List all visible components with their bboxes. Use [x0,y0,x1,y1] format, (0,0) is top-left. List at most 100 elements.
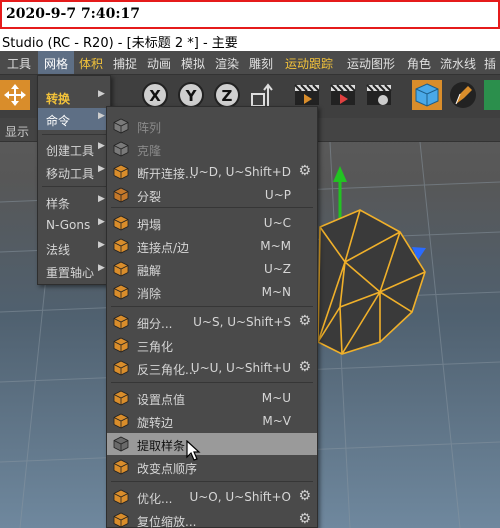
command-item-label: 改变点顺序 [137,462,198,476]
command-item-label: 三角化 [137,340,174,354]
gear-icon[interactable]: ⚙ [298,313,311,329]
commands-submenu: 阵列克隆断开连接... U~D, U~Shift+D ⚙ 分裂 U~P 坍塌 U~C 连接点/… [106,106,318,528]
menu-character[interactable]: 角色 [402,51,436,74]
menu-render[interactable]: 渲染 [210,51,244,74]
command-item-label: 优化... [137,492,173,506]
command-item-label: 提取样条 [137,439,186,453]
menu-sculpt[interactable]: 雕刻 [244,51,278,74]
pen-tool-icon[interactable] [448,80,478,110]
command-item-11[interactable]: 反三角化... U~U, U~Shift+U ⚙ [107,357,317,379]
command-item-3[interactable]: 断开连接... U~D, U~Shift+D ⚙ [107,161,317,183]
menu-snap[interactable]: 捕捉 [108,51,142,74]
menu-tools[interactable]: 工具 [0,51,38,74]
svg-text:Z: Z [222,87,233,105]
command-item-shortcut: U~S, U~Shift+S [193,315,291,329]
mesh-menu-normals[interactable]: 法线 ▶ [38,237,110,259]
command-item-shortcut: M~V [262,414,291,428]
menu-volume[interactable]: 体积 [74,51,108,74]
generator-icon[interactable] [484,80,500,110]
command-item-9[interactable]: 细分... U~S, U~Shift+S ⚙ [107,311,317,333]
menu-animate[interactable]: 动画 [142,51,176,74]
command-item-1: 阵列 [107,115,317,137]
render-to-picture-viewer-icon[interactable] [328,80,358,110]
menu-mesh[interactable]: 网格 [38,51,74,74]
set-point-value-icon [113,390,129,406]
melt-icon [113,261,129,277]
svg-text:Y: Y [185,87,198,105]
menu-motion-tracking[interactable]: 运动跟踪 [278,51,340,74]
window-title: Studio (RC - R20) - [未标题 2 *] - 主要 [0,29,500,51]
command-item-label: 坍塌 [137,218,162,232]
spin-edge-icon [113,413,129,429]
optimize-icon [113,489,129,505]
command-item-label: 消除 [137,287,162,301]
mesh-menu-move-tools[interactable]: 移动工具 ▶ [38,161,110,183]
submenu-arrow-icon: ▶ [98,141,105,151]
menu-separator [42,134,106,135]
command-item-7[interactable]: 融解 U~Z [107,258,317,280]
command-item-shortcut: U~U, U~Shift+U [190,361,291,375]
command-item-shortcut: U~C [263,216,291,230]
command-item-label: 克隆 [137,144,162,158]
command-item-10[interactable]: 三角化 [107,334,317,356]
menu-separator [111,207,313,208]
reset-scale-icon [113,512,129,528]
command-item-shortcut: M~N [261,285,291,299]
gear-icon[interactable]: ⚙ [298,163,311,179]
timestamp-overlay: 2020-9-7 7:40:17 [0,0,500,29]
mesh-menu-ngons[interactable]: N-Gons ▶ [38,214,110,236]
mesh-menu-spline[interactable]: 样条 ▶ [38,191,110,213]
mouse-cursor-icon [186,440,201,461]
command-item-4[interactable]: 分裂 U~P [107,184,317,206]
viewport-display-menu[interactable]: 显示 [5,123,29,140]
submenu-arrow-icon: ▶ [98,217,105,227]
submenu-arrow-icon: ▶ [98,111,105,121]
mesh-menu-convert[interactable]: 转换 ▶ [38,86,110,108]
command-item-5[interactable]: 坍塌 U~C [107,212,317,234]
mesh-menu-axis-center[interactable]: 重置轴心 ▶ [38,260,110,282]
command-item-shortcut: U~Z [263,262,291,276]
gear-icon[interactable]: ⚙ [298,488,311,504]
gear-icon[interactable]: ⚙ [298,359,311,375]
command-item-label: 断开连接... [137,167,197,181]
menu-mograph[interactable]: 运动图形 [340,51,402,74]
command-item-label: 复位缩放... [137,515,197,528]
menu-simulate[interactable]: 模拟 [176,51,210,74]
command-item-shortcut: U~P [264,188,291,202]
menu-separator [111,382,313,383]
menu-plugins[interactable]: 插 [480,51,500,74]
command-item-2: 克隆 [107,138,317,160]
command-item-13[interactable]: 旋转边 M~V [107,410,317,432]
submenu-arrow-icon: ▶ [98,240,105,250]
command-item-label: 反三角化... [137,363,197,377]
submenu-arrow-icon: ▶ [98,194,105,204]
subdivide-icon [113,314,129,330]
gear-icon[interactable]: ⚙ [298,511,311,527]
command-item-14[interactable]: 提取样条 [107,433,317,455]
disconnect-icon [113,164,129,180]
menu-pipeline[interactable]: 流水线 [436,51,480,74]
command-item-8[interactable]: 消除 M~N [107,281,317,303]
move-tool-icon[interactable] [0,80,30,110]
collapse-icon [113,215,129,231]
submenu-arrow-icon: ▶ [98,263,105,273]
render-settings-icon[interactable] [364,80,394,110]
command-item-shortcut: U~O, U~Shift+O [189,490,291,504]
command-item-12[interactable]: 设置点值 M~U [107,387,317,409]
command-item-label: 设置点值 [137,393,186,407]
command-item-17[interactable]: 复位缩放... ⚙ [107,509,317,528]
split-icon [113,187,129,203]
command-item-label: 分裂 [137,190,162,204]
command-item-shortcut: M~M [260,239,291,253]
command-item-15[interactable]: 改变点顺序 [107,456,317,478]
mesh-menu-create-tools[interactable]: 创建工具 ▶ [38,138,110,160]
svg-text:X: X [149,87,161,105]
command-item-16[interactable]: 优化... U~O, U~Shift+O ⚙ [107,486,317,508]
mesh-menu: 转换 ▶ 命令 ▶ 创建工具 ▶ 移动工具 ▶ 样条 ▶ N-Gons ▶ 法线 ▶ 重置轴心… [37,75,111,285]
cube-primitive-icon[interactable] [412,80,442,110]
untriangulate-icon [113,360,129,376]
connect-icon [113,238,129,254]
command-item-6[interactable]: 连接点/边 M~M [107,235,317,257]
command-item-shortcut: U~D, U~Shift+D [189,165,291,179]
mesh-menu-commands[interactable]: 命令 ▶ [38,108,110,130]
